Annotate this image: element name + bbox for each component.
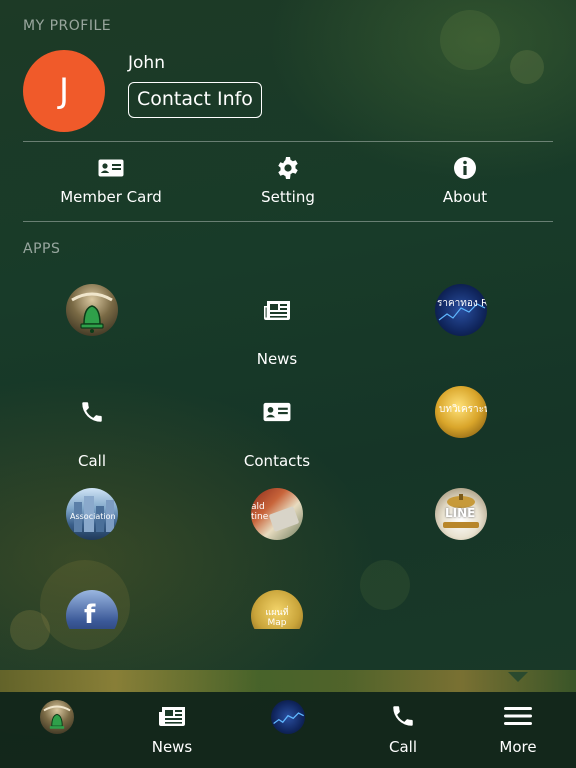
tab-bar-highlight xyxy=(0,670,576,692)
bell-app-icon xyxy=(66,284,118,336)
contact-info-button[interactable]: Contact Info xyxy=(128,82,262,118)
tab-call-label: Call xyxy=(388,738,417,756)
tab-news-label: News xyxy=(151,738,193,756)
app-gold-analysis[interactable]: บทวิเคราะห์ Analysis xyxy=(373,386,549,438)
setting-button[interactable]: Setting xyxy=(200,156,376,206)
divider xyxy=(23,221,553,222)
gold-analysis-text: บทวิเคราะห์ Analysis xyxy=(439,404,487,415)
about-label: About xyxy=(442,188,488,206)
newspaper-icon xyxy=(156,700,188,732)
online-trading-text: ald tine xyxy=(251,502,269,522)
info-icon xyxy=(452,156,478,180)
app-map[interactable]: แผนที่ Map xyxy=(189,590,365,629)
newspaper-icon xyxy=(251,284,303,336)
realtime-spot-app-icon xyxy=(271,700,305,734)
app-call[interactable]: Call xyxy=(4,386,180,470)
about-button[interactable]: About xyxy=(377,156,553,206)
app-realtime-spot[interactable]: ราคาทอง Realtime Spot xyxy=(373,284,549,336)
app-line[interactable]: LINE xyxy=(373,488,549,540)
bell-app-icon xyxy=(40,700,74,734)
realtime-spot-text: ราคาทอง Realtime Spot xyxy=(437,298,487,309)
tab-realtime-spot[interactable] xyxy=(243,700,333,734)
tab-bell[interactable] xyxy=(12,700,102,734)
member-card-label: Member Card xyxy=(60,188,162,206)
app-contacts[interactable]: Contacts xyxy=(189,386,365,470)
more-tab-indicator xyxy=(508,672,528,682)
map-app-icon: แผนที่ Map xyxy=(251,590,303,629)
phone-icon xyxy=(66,386,118,438)
avatar[interactable]: J xyxy=(23,50,105,132)
contact-card-icon xyxy=(251,386,303,438)
tab-news[interactable]: News xyxy=(127,700,217,756)
tab-more-label: More xyxy=(499,738,537,756)
contacts-label: Contacts xyxy=(243,452,311,470)
phone-icon xyxy=(387,700,419,732)
facebook-app-text: f xyxy=(84,600,96,629)
gold-analysis-app-icon: บทวิเคราะห์ Analysis xyxy=(435,386,487,438)
user-name: John xyxy=(128,53,165,73)
line-app-icon: LINE xyxy=(435,488,487,540)
gear-icon xyxy=(275,156,301,180)
city-app-text: Association xyxy=(70,512,116,521)
online-trading-app-icon: ald tine xyxy=(251,488,303,540)
map-app-text: แผนที่ Map xyxy=(265,608,289,628)
city-app-icon: Association xyxy=(66,488,118,540)
call-label: Call xyxy=(77,452,106,470)
realtime-spot-app-icon: ราคาทอง Realtime Spot xyxy=(435,284,487,336)
member-card-button[interactable]: Member Card xyxy=(23,156,199,206)
facebook-app-icon: f xyxy=(66,590,118,629)
app-facebook[interactable]: f xyxy=(4,590,180,629)
tab-call[interactable]: Call xyxy=(358,700,448,756)
id-card-icon xyxy=(98,156,124,180)
app-bell[interactable] xyxy=(4,284,180,336)
apps-row-clipped: f แผนที่ Map xyxy=(0,585,576,629)
profile-section-title: MY PROFILE xyxy=(23,18,112,34)
app-city[interactable]: Association xyxy=(4,488,180,540)
setting-label: Setting xyxy=(261,188,315,206)
app-online-trading[interactable]: ald tine xyxy=(189,488,365,540)
menu-icon xyxy=(502,700,534,732)
app-news[interactable]: News xyxy=(189,284,365,368)
apps-section-title: APPS xyxy=(23,241,61,257)
bokeh-decoration xyxy=(510,50,544,84)
tab-more[interactable]: More xyxy=(473,700,563,756)
divider xyxy=(23,141,553,142)
bokeh-decoration xyxy=(440,10,500,70)
line-app-text: LINE xyxy=(445,506,476,520)
news-label: News xyxy=(256,350,298,368)
